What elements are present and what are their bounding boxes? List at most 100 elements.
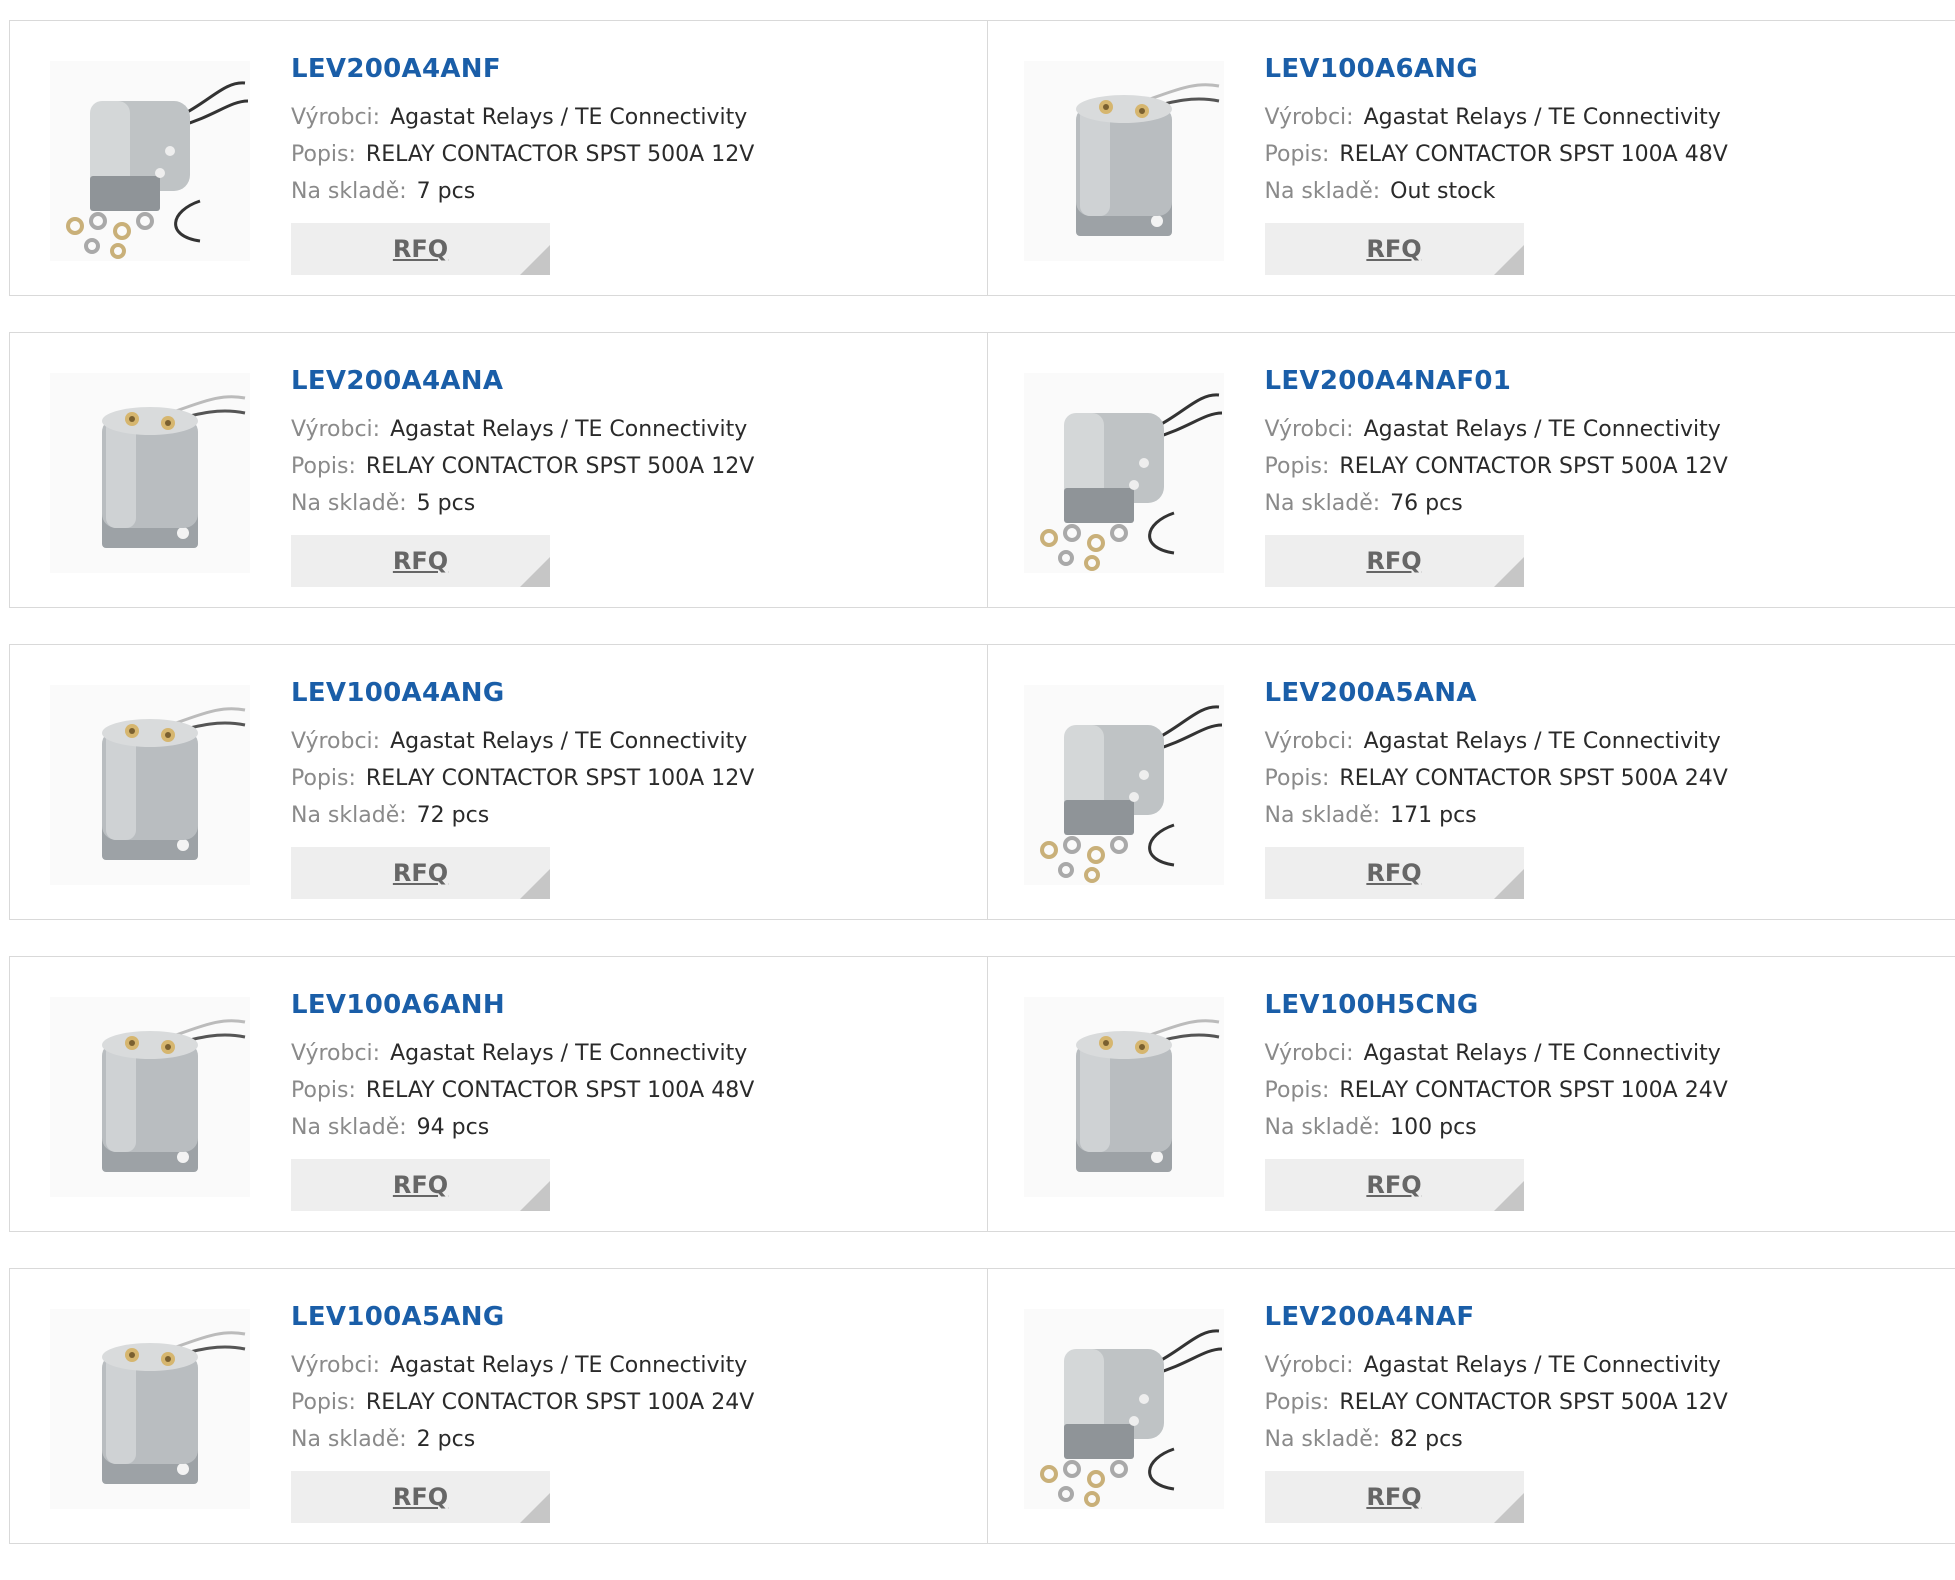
rfq-button[interactable]: RFQ: [1265, 847, 1524, 899]
description-label: Popis:: [291, 1390, 356, 1415]
stock-line: Na skladě: Out stock: [1265, 173, 1728, 210]
description-value: RELAY CONTACTOR SPST 500A 12V: [1339, 1390, 1727, 1415]
stock-value: 94 pcs: [417, 1115, 490, 1140]
description-line: Popis: RELAY CONTACTOR SPST 500A 24V: [1265, 760, 1728, 797]
description-label: Popis:: [291, 766, 356, 791]
stock-value: 5 pcs: [417, 491, 476, 516]
product-title-link[interactable]: LEV100A6ANH: [291, 987, 754, 1023]
product-info: LEV100A5ANGVýrobci:Agastat Relays / TE C…: [291, 1299, 754, 1523]
rfq-button[interactable]: RFQ: [1265, 1159, 1524, 1211]
stock-line: Na skladě: 171 pcs: [1265, 797, 1728, 834]
product-title-link[interactable]: LEV200A5ANA: [1265, 675, 1728, 711]
description-value: RELAY CONTACTOR SPST 500A 12V: [1339, 454, 1727, 479]
rfq-label: RFQ: [1366, 1483, 1421, 1511]
relay-contactor-icon: [50, 1309, 250, 1509]
description-label: Popis:: [1265, 1390, 1330, 1415]
corner-decoration: [520, 869, 550, 899]
manufacturer-label: Výrobci:: [1265, 1353, 1354, 1378]
product-image[interactable]: [50, 997, 250, 1197]
rfq-button[interactable]: RFQ: [1265, 535, 1524, 587]
stock-line: Na skladě:2 pcs: [291, 1421, 754, 1458]
product-title-link[interactable]: LEV200A4NAF: [1265, 1299, 1728, 1335]
stock-value: 2 pcs: [417, 1427, 476, 1452]
description-label: Popis:: [1265, 766, 1330, 791]
rfq-button[interactable]: RFQ: [291, 535, 550, 587]
relay-contactor-icon: [1024, 997, 1224, 1197]
rfq-button[interactable]: RFQ: [291, 1159, 550, 1211]
product-card: LEV200A4NAF Výrobci: Agastat Relays / TE C…: [987, 1269, 1955, 1543]
product-image[interactable]: [1024, 61, 1224, 261]
manufacturer-value: Agastat Relays / TE Connectivity: [390, 417, 747, 442]
product-image[interactable]: [1024, 685, 1224, 885]
manufacturer-value: Agastat Relays / TE Connectivity: [390, 105, 747, 130]
stock-value: Out stock: [1390, 179, 1495, 204]
rfq-button[interactable]: RFQ: [291, 847, 550, 899]
product-image[interactable]: [1024, 997, 1224, 1197]
product-image[interactable]: [50, 373, 250, 573]
corner-decoration: [1494, 557, 1524, 587]
relay-contactor-with-hardware-icon: [1024, 373, 1224, 573]
product-info: LEV100A6ANHVýrobci:Agastat Relays / TE C…: [291, 987, 754, 1211]
relay-contactor-icon: [50, 997, 250, 1197]
rfq-label: RFQ: [1366, 547, 1421, 575]
product-info: LEV100H5CNGVýrobci:Agastat Relays / TE C…: [1265, 987, 1728, 1211]
product-title-link[interactable]: LEV100A4ANG: [291, 675, 754, 711]
description-value: RELAY CONTACTOR SPST 100A 24V: [366, 1390, 754, 1415]
rfq-button[interactable]: RFQ: [1265, 223, 1524, 275]
relay-contactor-with-hardware-icon: [1024, 1309, 1224, 1509]
rfq-label: RFQ: [393, 1483, 448, 1511]
description-value: RELAY CONTACTOR SPST 100A 24V: [1339, 1078, 1727, 1103]
description-line: Popis: RELAY CONTACTOR SPST 500A 12V: [1265, 1384, 1728, 1421]
description-line: Popis:RELAY CONTACTOR SPST 100A 24V: [1265, 1072, 1728, 1109]
stock-label: Na skladě:: [291, 491, 407, 516]
corner-decoration: [520, 245, 550, 275]
product-title-link[interactable]: LEV100A6ANG: [1265, 51, 1728, 87]
manufacturer-label: Výrobci:: [1265, 417, 1354, 442]
product-title-link[interactable]: LEV100A5ANG: [291, 1299, 754, 1335]
description-value: RELAY CONTACTOR SPST 500A 24V: [1339, 766, 1727, 791]
rfq-button[interactable]: RFQ: [291, 223, 550, 275]
stock-label: Na skladě:: [1265, 179, 1381, 204]
manufacturer-line: Výrobci:Agastat Relays / TE Connectivity: [1265, 99, 1728, 136]
manufacturer-line: Výrobci:Agastat Relays / TE Connectivity: [1265, 723, 1728, 760]
product-row: LEV100A4ANG Výrobci:Agastat Relays / TE C…: [9, 644, 1955, 920]
product-title-link[interactable]: LEV200A4ANA: [291, 363, 754, 399]
stock-label: Na skladě:: [1265, 1427, 1381, 1452]
stock-line: Na skladě:82 pcs: [1265, 1421, 1728, 1458]
product-title-link[interactable]: LEV100H5CNG: [1265, 987, 1728, 1023]
product-title-link[interactable]: LEV200A4ANF: [291, 51, 754, 87]
product-info: LEV100A6ANG Výrobci:Agastat Relays / TE C…: [1265, 51, 1728, 275]
product-card: LEV200A4ANA Výrobci:Agastat Relays / TE C…: [10, 333, 987, 607]
manufacturer-value: Agastat Relays / TE Connectivity: [1364, 1041, 1721, 1066]
rfq-button[interactable]: RFQ: [291, 1471, 550, 1523]
product-image[interactable]: [50, 1309, 250, 1509]
manufacturer-line: Výrobci:Agastat Relays / TE Connectivity: [1265, 411, 1728, 448]
product-row: LEV100A5ANG Výrobci: Agastat Relays / TE C…: [9, 1268, 1955, 1544]
product-image[interactable]: [1024, 373, 1224, 573]
product-title-link[interactable]: LEV200A4NAF01: [1265, 363, 1728, 399]
stock-value: 171 pcs: [1390, 803, 1477, 828]
stock-value: 100 pcs: [1390, 1115, 1477, 1140]
manufacturer-value: Agastat Relays / TE Connectivity: [1364, 1353, 1721, 1378]
manufacturer-line: Výrobci:Agastat Relays / TE Connectivity: [291, 99, 754, 136]
product-image[interactable]: [1024, 1309, 1224, 1509]
relay-contactor-with-hardware-icon: [50, 61, 250, 261]
description-line: Popis:RELAY CONTACTOR SPST 500A 12V: [291, 136, 754, 173]
product-info: LEV200A4NAF Výrobci: Agastat Relays / TE C…: [1265, 1299, 1728, 1523]
product-row: LEV200A4ANFVýrobci:Agastat Relays / TE C…: [9, 20, 1955, 296]
rfq-button[interactable]: RFQ: [1265, 1471, 1524, 1523]
product-card: LEV100A6ANHVýrobci:Agastat Relays / TE C…: [10, 957, 987, 1231]
manufacturer-label: Výrobci:: [1265, 105, 1354, 130]
description-value: RELAY CONTACTOR SPST 500A 12V: [366, 142, 754, 167]
product-image[interactable]: [50, 685, 250, 885]
product-info: LEV200A5ANA Výrobci:Agastat Relays / TE C…: [1265, 675, 1728, 899]
stock-label: Na skladě:: [291, 1115, 407, 1140]
product-image[interactable]: [50, 61, 250, 261]
description-label: Popis:: [1265, 454, 1330, 479]
stock-label: Na skladě:: [1265, 803, 1381, 828]
product-card: LEV200A5ANA Výrobci:Agastat Relays / TE C…: [987, 645, 1955, 919]
corner-decoration: [520, 1493, 550, 1523]
manufacturer-label: Výrobci:: [291, 1041, 380, 1066]
manufacturer-line: Výrobci:Agastat Relays / TE Connectivity: [291, 411, 754, 448]
rfq-label: RFQ: [393, 547, 448, 575]
